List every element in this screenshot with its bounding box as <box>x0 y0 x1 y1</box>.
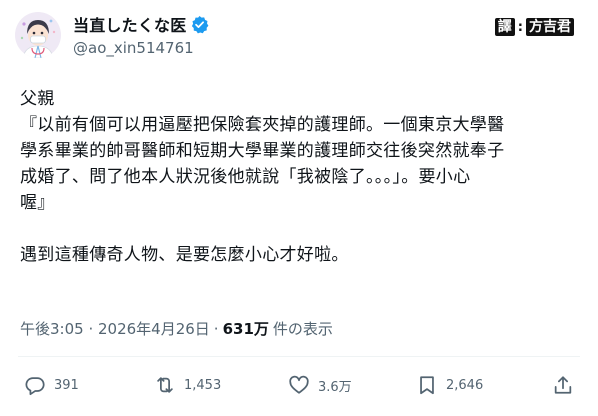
bookmark-count: 2,646 <box>446 377 484 393</box>
share-icon <box>554 376 572 394</box>
post-meta: 午後3:05 · 2026年4月26日 · 631万 件の表示 <box>20 318 333 339</box>
author-display-name[interactable]: 当直したくな医 <box>73 12 186 36</box>
post-timestamp[interactable]: 午後3:05 · 2026年4月26日 <box>20 318 210 339</box>
like-button[interactable]: 3.6万 <box>288 374 352 396</box>
tweet: 当直したくな医 @ao_xin514761 譯 : 方吉君 父親 『以前有個可以… <box>0 0 598 416</box>
watermark-colon-icon: : <box>517 19 523 35</box>
translator-watermark: 譯 : 方吉君 <box>494 18 574 36</box>
repost-button[interactable]: 1,453 <box>154 374 221 396</box>
bookmark-icon <box>420 376 434 395</box>
bookmark-button[interactable]: 2,646 <box>416 374 483 396</box>
avatar[interactable] <box>15 12 61 58</box>
post-line: 『以前有個可以用逼壓把保險套夾掉的護理師。一個東京大學醫 <box>20 115 505 135</box>
views-count: 631万 <box>222 320 269 338</box>
repost-count: 1,453 <box>184 377 222 393</box>
repost-icon <box>157 377 173 393</box>
share-button[interactable] <box>552 374 574 396</box>
like-count: 3.6万 <box>318 379 352 395</box>
author-handle[interactable]: @ao_xin514761 <box>73 39 194 57</box>
watermark-tag: 譯 <box>494 18 515 36</box>
divider <box>18 356 580 357</box>
post-body: 父親 『以前有個可以用逼壓把保險套夾掉的護理師。一個東京大學醫 學系畢業的帥哥醫… <box>20 86 590 268</box>
author-name-row[interactable]: 当直したくな医 <box>73 13 209 35</box>
reply-button[interactable]: 391 <box>24 374 79 396</box>
reply-icon <box>25 377 45 396</box>
post-line: 父親 <box>20 89 55 109</box>
avatar-doctor-illustration <box>15 12 61 58</box>
watermark-name: 方吉君 <box>526 18 574 36</box>
post-line: 學系畢業的帥哥醫師和短期大學畢業的護理師交往後突然就奉子 <box>20 141 505 161</box>
meta-separator: · <box>213 319 219 338</box>
views-label: 件の表示 <box>272 320 333 338</box>
action-bar: 391 1,453 3.6万 2,646 <box>24 374 574 400</box>
post-line: 喔』 <box>20 193 55 213</box>
heart-icon <box>289 375 309 394</box>
reply-count: 391 <box>54 377 79 393</box>
post-line: 遇到這種傳奇人物、是要怎麼小心才好啦。 <box>20 245 349 265</box>
verified-badge-icon <box>190 15 209 34</box>
post-line: 成婚了、問了他本人狀況後他就說「我被陰了。。。」。要小心 <box>20 167 471 187</box>
